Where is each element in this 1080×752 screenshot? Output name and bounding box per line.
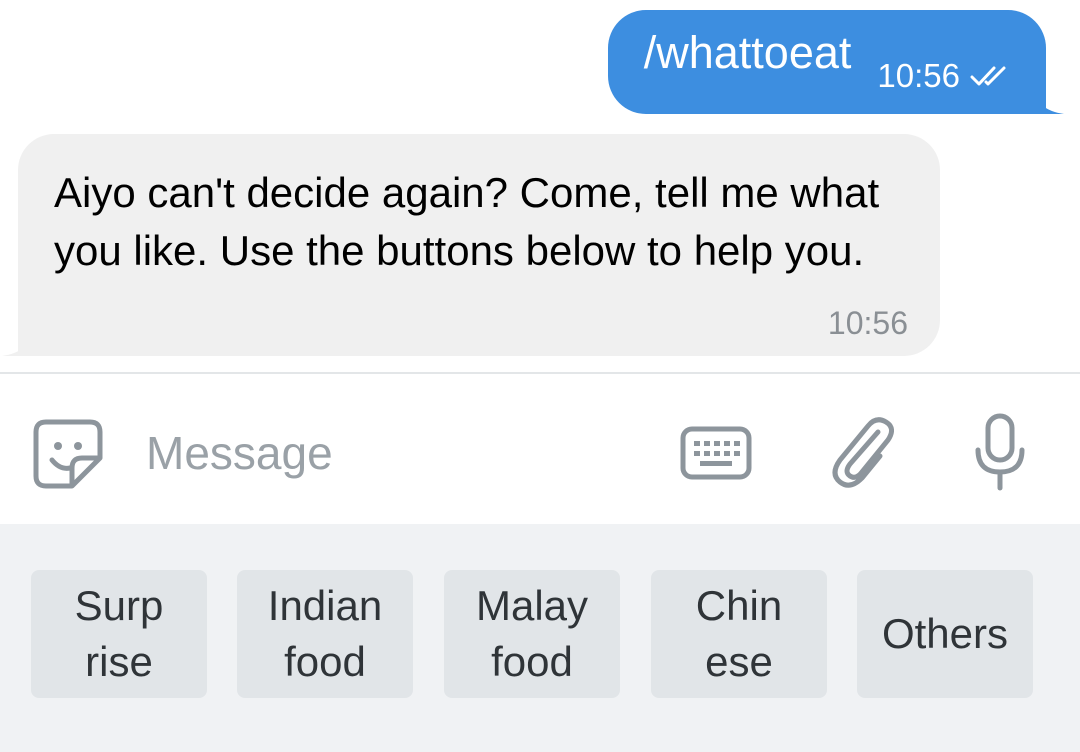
sticker-icon[interactable] — [32, 418, 104, 490]
outgoing-message-text: /whattoeat — [643, 26, 852, 78]
outgoing-message-time: 10:56 — [877, 57, 960, 94]
keyboard-button-malay-food[interactable]: Malay food — [444, 570, 620, 698]
keyboard-button-surprise[interactable]: Surp rise — [31, 570, 207, 698]
attach-icon[interactable] — [828, 414, 894, 490]
message-input[interactable]: Message — [146, 430, 333, 476]
incoming-message-bubble[interactable]: Aiyo can't decide again? Come, tell me w… — [2, 134, 940, 356]
chat-area: /whattoeat 10:56 Aiyo can't decide again… — [0, 0, 1080, 372]
reply-keyboard: Surp rise Indian food Malay food Chin es… — [0, 524, 1080, 752]
incoming-message-time: 10:56 — [827, 305, 908, 341]
microphone-icon[interactable] — [970, 412, 1030, 492]
outgoing-message-meta: 10:56 — [877, 57, 1010, 95]
outgoing-bubble-tail — [1034, 88, 1064, 114]
incoming-bubble-tail — [2, 330, 32, 356]
outgoing-message-bubble[interactable]: /whattoeat 10:56 — [607, 10, 1064, 114]
double-check-icon — [970, 66, 1006, 86]
keyboard-icon[interactable] — [680, 426, 752, 480]
message-input-bar: Message — [0, 374, 1080, 524]
incoming-message-text: Aiyo can't decide again? Come, tell me w… — [54, 169, 880, 274]
keyboard-button-indian-food[interactable]: Indian food — [237, 570, 413, 698]
keyboard-button-chinese[interactable]: Chin ese — [651, 570, 827, 698]
keyboard-button-others[interactable]: Others — [857, 570, 1033, 698]
